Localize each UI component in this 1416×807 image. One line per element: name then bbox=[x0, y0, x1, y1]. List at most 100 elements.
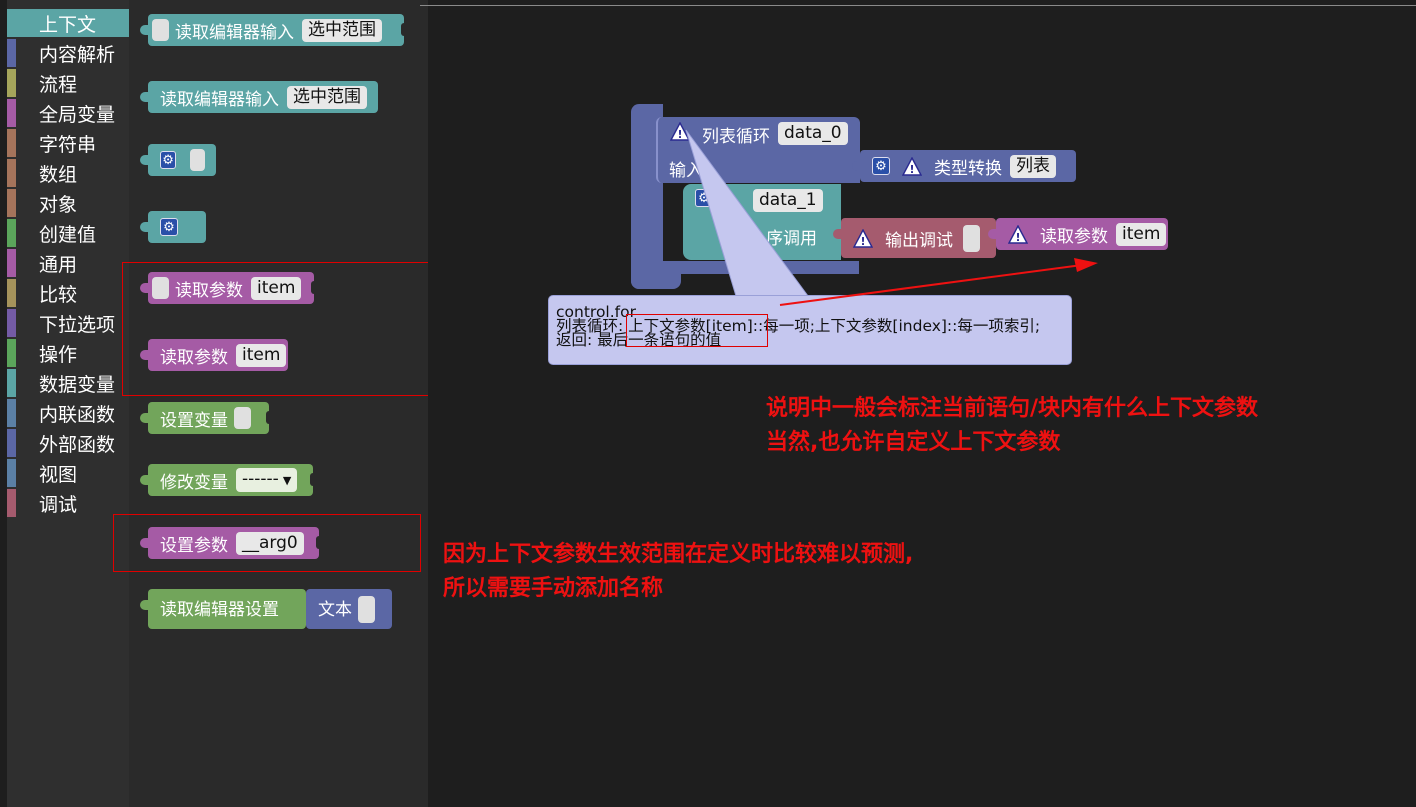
category-label: 内容解析 bbox=[39, 43, 116, 66]
block-text-value[interactable]: 文本 bbox=[306, 589, 392, 629]
category-data-var[interactable]: 数据变量 bbox=[7, 369, 129, 397]
highlight-box-read-param bbox=[122, 262, 432, 396]
highlight-box-context-param bbox=[626, 314, 768, 347]
category-label: 内联函数 bbox=[39, 403, 116, 426]
category-swatch bbox=[7, 399, 16, 427]
gear-icon[interactable]: ⚙ bbox=[160, 151, 177, 169]
category-swatch bbox=[7, 129, 16, 157]
block-label: 列表循环 bbox=[702, 127, 770, 147]
category-swatch bbox=[7, 489, 16, 517]
category-global-var[interactable]: 全局变量 bbox=[7, 99, 129, 127]
category-swatch bbox=[7, 459, 16, 487]
category-flow[interactable]: 流程 bbox=[7, 69, 129, 97]
input-label: 输入 bbox=[669, 161, 703, 181]
annotation-note-2: 因为上下文参数生效范围在定义时比较难以预测, 所以需要手动添加名称 bbox=[443, 538, 913, 606]
output-tab bbox=[140, 25, 149, 35]
warning-icon[interactable]: ! bbox=[670, 122, 690, 141]
block-read-editor-settings[interactable]: 读取编辑器设置 bbox=[140, 589, 306, 629]
category-common[interactable]: 通用 bbox=[7, 249, 129, 277]
category-string[interactable]: 字符串 bbox=[7, 129, 129, 157]
block-type-convert[interactable]: ⚙ ! 类型转换 列表 bbox=[852, 150, 1076, 182]
toolbox: 上下文 内容解析 流程 全局变量 字符串 数组 对象 创建值 通用 比较 下拉选… bbox=[7, 0, 129, 807]
range-dropdown[interactable]: 选中范围 bbox=[287, 85, 367, 109]
category-label: 通用 bbox=[39, 253, 78, 276]
gear-icon[interactable]: ⚙ bbox=[695, 189, 713, 207]
target-type-dropdown[interactable]: 列表 bbox=[1010, 154, 1056, 178]
category-swatch bbox=[7, 159, 16, 187]
block-modify-variable[interactable]: 修改变量 ------ ▼ bbox=[140, 464, 316, 496]
category-array[interactable]: 数组 bbox=[7, 159, 129, 187]
value-slot[interactable] bbox=[963, 224, 980, 252]
annotation-note-1: 说明中一般会标注当前语句/块内有什么上下文参数 当然,也允许自定义上下文参数 bbox=[766, 392, 1258, 460]
output-tab bbox=[140, 155, 149, 165]
category-label: 对象 bbox=[39, 193, 78, 216]
category-context[interactable]: 上下文 bbox=[7, 9, 129, 37]
category-dropdown-options[interactable]: 下拉选项 bbox=[7, 309, 129, 337]
category-swatch bbox=[7, 339, 16, 367]
annotation-note-1-line-2: 当然,也允许自定义上下文参数 bbox=[766, 430, 1061, 455]
value-slot[interactable] bbox=[234, 407, 251, 429]
category-swatch bbox=[7, 429, 16, 457]
block-context-sequence-call[interactable]: ⚙ data_1 bbox=[683, 184, 841, 260]
data0-field[interactable]: data_0 bbox=[778, 122, 848, 145]
output-tab bbox=[852, 161, 861, 171]
warning-icon[interactable]: ! bbox=[902, 156, 922, 176]
block-label: 输出调试 bbox=[885, 230, 953, 251]
data1-field[interactable]: data_1 bbox=[753, 189, 823, 212]
category-label: 上下文 bbox=[39, 13, 97, 36]
param-name-field[interactable]: item bbox=[1116, 222, 1167, 246]
block-read-param-workspace[interactable]: ! 读取参数 item bbox=[988, 218, 1168, 250]
category-object[interactable]: 对象 bbox=[7, 189, 129, 217]
highlight-box-set-param bbox=[113, 514, 421, 572]
category-view[interactable]: 视图 bbox=[7, 459, 129, 487]
svg-text:!: ! bbox=[909, 163, 914, 176]
category-external-func[interactable]: 外部函数 bbox=[7, 429, 129, 457]
block-debug-output[interactable]: ! 输出调试 bbox=[833, 218, 996, 258]
block-label: 读取参数 bbox=[1040, 226, 1108, 247]
input-slot[interactable] bbox=[152, 19, 169, 41]
category-compare[interactable]: 比较 bbox=[7, 279, 129, 307]
category-label: 调试 bbox=[39, 493, 78, 516]
category-operation[interactable]: 操作 bbox=[7, 339, 129, 367]
previous-connector bbox=[140, 92, 149, 102]
connector-notch bbox=[310, 473, 316, 486]
category-label: 视图 bbox=[39, 463, 78, 486]
category-label: 全局变量 bbox=[39, 103, 116, 126]
category-inline-func[interactable]: 内联函数 bbox=[7, 399, 129, 427]
sequence-call-label: 序调用 bbox=[766, 229, 817, 249]
block-set-variable[interactable]: 设置变量 bbox=[140, 402, 272, 434]
category-swatch bbox=[7, 99, 16, 127]
category-label: 流程 bbox=[39, 73, 78, 96]
range-dropdown[interactable]: 选中范围 bbox=[302, 18, 382, 42]
svg-text:!: ! bbox=[860, 235, 865, 248]
category-label: 数组 bbox=[39, 163, 78, 186]
previous-connector bbox=[140, 600, 149, 610]
warning-icon[interactable]: ! bbox=[1008, 224, 1028, 244]
previous-connector bbox=[833, 229, 842, 239]
category-label: 比较 bbox=[39, 283, 78, 306]
block-label: 读取编辑器设置 bbox=[160, 600, 279, 620]
svg-text:!: ! bbox=[677, 128, 682, 141]
input-slot[interactable] bbox=[190, 149, 205, 171]
category-debug[interactable]: 调试 bbox=[7, 489, 129, 517]
block-label: 类型转换 bbox=[934, 158, 1002, 179]
list-loop-bottom-arm bbox=[631, 261, 859, 274]
category-label: 数据变量 bbox=[39, 373, 116, 396]
warning-icon[interactable]: ! bbox=[853, 228, 873, 248]
category-label: 字符串 bbox=[39, 133, 97, 156]
connector-notch bbox=[401, 23, 407, 36]
category-swatch bbox=[7, 69, 16, 97]
gear-icon[interactable]: ⚙ bbox=[160, 218, 178, 236]
category-create-value[interactable]: 创建值 bbox=[7, 219, 129, 247]
gear-icon[interactable]: ⚙ bbox=[872, 157, 890, 175]
category-label: 外部函数 bbox=[39, 433, 116, 456]
block-read-editor-input-value[interactable]: 读取编辑器输入 选中范围 bbox=[140, 14, 407, 46]
block-context-mutator[interactable]: ⚙ bbox=[140, 211, 206, 243]
category-content-parse[interactable]: 内容解析 bbox=[7, 39, 129, 67]
previous-connector bbox=[140, 222, 149, 232]
block-context-mutator-value[interactable]: ⚙ bbox=[140, 144, 216, 176]
variable-dropdown[interactable]: ------ ▼ bbox=[236, 468, 298, 492]
category-label: 下拉选项 bbox=[39, 313, 116, 336]
block-read-editor-input[interactable]: 读取编辑器输入 选中范围 bbox=[140, 81, 378, 113]
text-slot[interactable] bbox=[358, 596, 375, 623]
